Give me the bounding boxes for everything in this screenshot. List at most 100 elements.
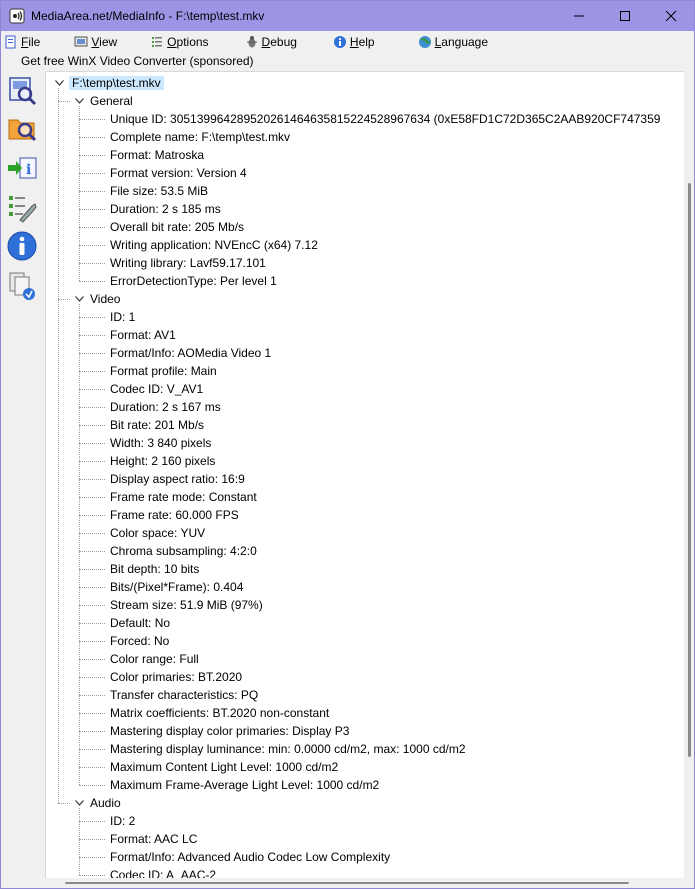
info-button[interactable]	[5, 229, 39, 263]
info-tree[interactable]: F:\temp\test.mkv General Unique ID: 30513…	[45, 71, 686, 883]
tree-connector	[79, 713, 105, 714]
tree-item[interactable]: Stream size: 51.9 MiB (97%)	[110, 596, 263, 614]
tree-item[interactable]: Maximum Frame-Average Light Level: 1000 …	[110, 776, 379, 794]
tree-item[interactable]: Display aspect ratio: 16:9	[110, 470, 245, 488]
vertical-scrollbar[interactable]	[684, 71, 694, 883]
tree-item[interactable]: Frame rate: 60.000 FPS	[110, 506, 239, 524]
tree-connector	[79, 443, 105, 444]
tree-item[interactable]: Format/Info: Advanced Audio Codec Low Co…	[110, 848, 390, 866]
tree-connector	[79, 749, 105, 750]
menu-options[interactable]: Options	[150, 31, 209, 53]
about-button[interactable]	[5, 269, 39, 303]
tree-item[interactable]: Complete name: F:\temp\test.mkv	[110, 128, 290, 146]
menu-language-label: Language	[434, 35, 489, 49]
maximize-button[interactable]	[602, 1, 648, 31]
tree-item[interactable]: Color primaries: BT.2020	[110, 668, 242, 686]
vertical-scroll-thumb[interactable]	[688, 183, 691, 757]
tree-item[interactable]: Matrix coefficients: BT.2020 non-constan…	[110, 704, 329, 722]
tree-connector	[79, 875, 105, 876]
tree-item[interactable]: Format profile: Main	[110, 362, 217, 380]
info-icon	[7, 231, 37, 261]
tree-item[interactable]: ID: 2	[110, 812, 135, 830]
tree-item[interactable]: Transfer characteristics: PQ	[110, 686, 258, 704]
open-file-button[interactable]	[5, 73, 39, 107]
tree-item[interactable]: Color range: Full	[110, 650, 199, 668]
menu-view-label: View	[91, 35, 118, 49]
tree-item[interactable]: Duration: 2 s 185 ms	[110, 200, 221, 218]
tree-connector	[79, 587, 105, 588]
tree-connector	[79, 695, 105, 696]
tree-item[interactable]: Maximum Content Light Level: 1000 cd/m2	[110, 758, 338, 776]
tree-section-video[interactable]: Video	[90, 290, 120, 308]
tree-section-general[interactable]: General	[90, 92, 133, 110]
tree-connector	[79, 623, 105, 624]
menu-options-label: Options	[167, 35, 209, 49]
tree-item[interactable]: Format: AAC LC	[110, 830, 197, 848]
tree-connector	[79, 731, 105, 732]
language-icon	[418, 36, 431, 48]
tree-connector	[79, 173, 105, 174]
tree-item[interactable]: Writing application: NVEncC (x64) 7.12	[110, 236, 318, 254]
menu-help[interactable]: Help	[333, 31, 375, 53]
tree-connector	[79, 281, 105, 282]
view-icon	[74, 36, 88, 47]
tree-item[interactable]: Duration: 2 s 167 ms	[110, 398, 221, 416]
tree-connector	[79, 353, 105, 354]
side-toolbar: i	[1, 71, 45, 888]
tree-guide-line	[79, 106, 80, 281]
title-bar[interactable]: MediaArea.net/MediaInfo - F:\temp\test.m…	[1, 1, 694, 31]
tree-item[interactable]: Color space: YUV	[110, 524, 205, 542]
tree-item[interactable]: Chroma subsampling: 4:2:0	[110, 542, 257, 560]
tree-item[interactable]: Codec ID: V_AV1	[110, 380, 203, 398]
tree-connector	[58, 101, 70, 102]
tree-item[interactable]: File size: 53.5 MiB	[110, 182, 208, 200]
tree-connector	[79, 677, 105, 678]
horizontal-scroll-thumb[interactable]	[65, 882, 629, 884]
menu-file[interactable]: File	[4, 31, 40, 53]
tree-item[interactable]: ErrorDetectionType: Per level 1	[110, 272, 277, 290]
help-icon	[333, 36, 346, 48]
tree-item[interactable]: Writing library: Lavf59.17.101	[110, 254, 266, 272]
menu-language[interactable]: Language	[418, 31, 488, 53]
horizontal-scrollbar[interactable]	[45, 878, 686, 888]
tree-connector	[79, 785, 105, 786]
sponsor-link[interactable]: Get free WinX Video Converter (sponsored…	[21, 53, 254, 69]
tree-connector	[79, 533, 105, 534]
tree-item[interactable]: Format version: Version 4	[110, 164, 247, 182]
tree-item[interactable]: Bits/(Pixel*Frame): 0.404	[110, 578, 243, 596]
tree-item[interactable]: Format: Matroska	[110, 146, 204, 164]
close-icon	[665, 10, 677, 22]
collapse-root-icon[interactable]	[54, 74, 64, 92]
tree-item[interactable]: Bit depth: 10 bits	[110, 560, 199, 578]
tree-connector	[79, 263, 105, 264]
maximize-icon	[620, 11, 630, 21]
open-folder-icon	[8, 119, 37, 142]
tree-item[interactable]: Frame rate mode: Constant	[110, 488, 257, 506]
tree-item[interactable]: Format: AV1	[110, 326, 176, 344]
tree-item[interactable]: Mastering display luminance: min: 0.0000…	[110, 740, 466, 758]
tree-section-audio[interactable]: Audio	[90, 794, 121, 812]
tree-item[interactable]: Width: 3 840 pixels	[110, 434, 211, 452]
tree-connector	[79, 641, 105, 642]
menu-debug-label: Debug	[261, 35, 297, 49]
export-button[interactable]: i	[5, 151, 39, 185]
tree-item[interactable]: Height: 2 160 pixels	[110, 452, 215, 470]
tree-connector	[79, 227, 105, 228]
tree-item[interactable]: ID: 1	[110, 308, 135, 326]
tree-root[interactable]: F:\temp\test.mkv	[69, 74, 164, 92]
tree-item[interactable]: Overall bit rate: 205 Mb/s	[110, 218, 244, 236]
tree-connector	[79, 857, 105, 858]
preferences-button[interactable]	[5, 191, 39, 225]
tree-item[interactable]: Forced: No	[110, 632, 169, 650]
open-folder-button[interactable]	[5, 111, 39, 145]
menu-debug[interactable]: Debug	[245, 31, 297, 53]
minimize-button[interactable]	[556, 1, 602, 31]
menu-file-label: File	[21, 35, 41, 49]
tree-item[interactable]: Format/Info: AOMedia Video 1	[110, 344, 271, 362]
menu-view[interactable]: View	[74, 31, 117, 53]
tree-item[interactable]: Unique ID: 30513996428952026146463581522…	[110, 110, 660, 128]
tree-item[interactable]: Default: No	[110, 614, 170, 632]
close-button[interactable]	[648, 1, 694, 31]
tree-item[interactable]: Bit rate: 201 Mb/s	[110, 416, 204, 434]
tree-item[interactable]: Mastering display color primaries: Displ…	[110, 722, 349, 740]
